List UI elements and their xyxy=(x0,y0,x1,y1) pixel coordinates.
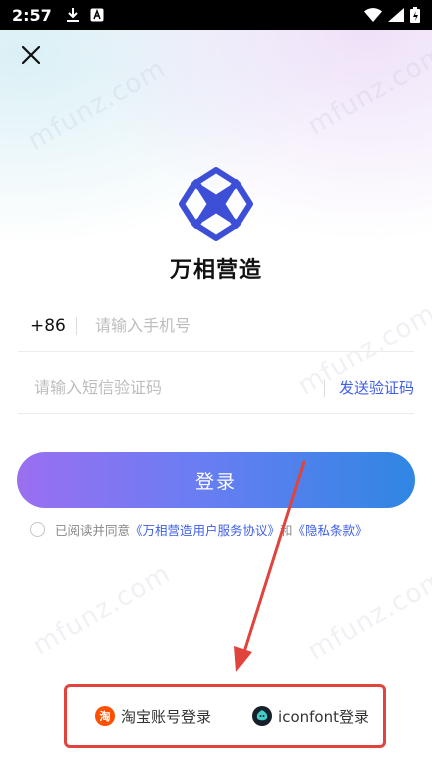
sms-code-input[interactable] xyxy=(34,378,324,397)
signal-icon xyxy=(388,8,404,22)
iconfont-login-label: iconfont登录 xyxy=(278,707,369,726)
user-agreement-link[interactable]: 《万相营造用户服务协议》 xyxy=(130,520,280,539)
iconfont-login-button[interactable]: iconfont登录 xyxy=(252,706,369,727)
agreement-checkbox[interactable] xyxy=(30,522,45,537)
status-bar: 2:57 xyxy=(0,0,432,30)
agreement-prefix: 已阅读并同意 xyxy=(55,523,131,538)
sms-code-row: 发送验证码 xyxy=(18,362,414,414)
send-code-button[interactable]: 发送验证码 xyxy=(325,377,414,398)
a-notification-icon xyxy=(90,8,104,22)
agreement-conjunction: 和 xyxy=(280,523,293,538)
status-time: 2:57 xyxy=(12,5,52,25)
watermark: mfunz.com xyxy=(302,38,432,142)
privacy-policy-link[interactable]: 《隐私条款》 xyxy=(293,520,368,539)
iconfont-icon xyxy=(252,706,273,726)
brand-name: 万相营造 xyxy=(169,258,262,283)
close-button[interactable] xyxy=(16,40,46,70)
taobao-icon: 淘 xyxy=(95,706,115,726)
close-icon xyxy=(22,46,40,64)
download-icon xyxy=(66,7,80,23)
watermark: mfunz.com xyxy=(27,558,177,662)
country-code-selector[interactable]: +86 xyxy=(18,316,76,336)
wifi-icon xyxy=(364,8,382,22)
phone-input[interactable] xyxy=(95,316,414,335)
taobao-login-label: 淘宝账号登录 xyxy=(121,707,212,726)
taobao-login-button[interactable]: 淘 淘宝账号登录 xyxy=(95,706,211,727)
agreement-row: 已阅读并同意 《万相营造用户服务协议》 和 《隐私条款》 xyxy=(30,520,420,539)
phone-field-row: +86 xyxy=(18,300,414,352)
brand-logo-icon xyxy=(179,167,253,241)
social-login-box: 淘 淘宝账号登录 iconfont登录 xyxy=(64,684,386,748)
divider xyxy=(76,316,77,335)
battery-icon xyxy=(410,7,420,23)
login-button[interactable]: 登录 xyxy=(17,452,415,508)
watermark: mfunz.com xyxy=(302,563,432,667)
